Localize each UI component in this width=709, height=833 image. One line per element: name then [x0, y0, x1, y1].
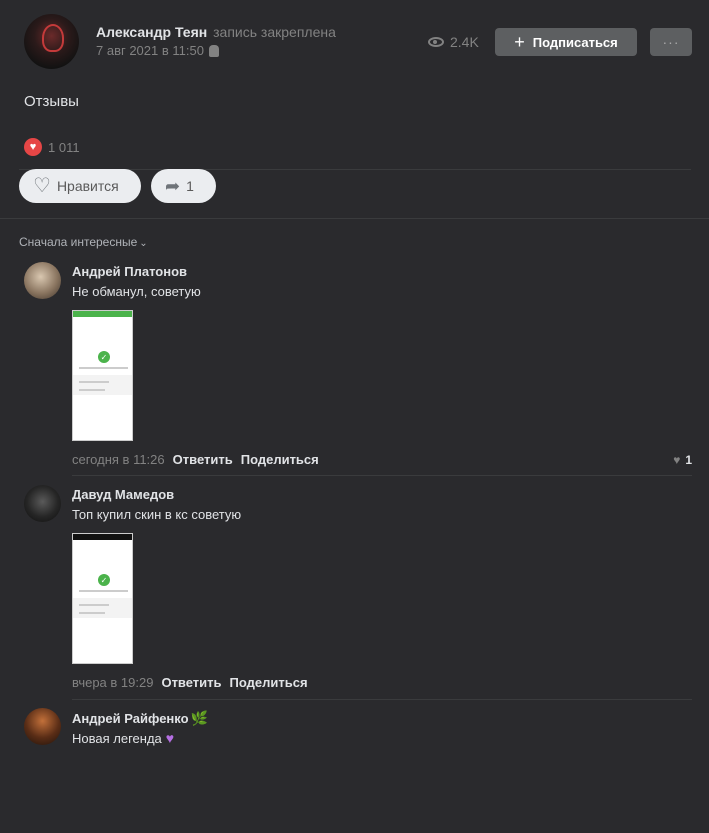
- commenter-name[interactable]: Андрей Платонов: [72, 264, 187, 279]
- screenshot-line: [79, 367, 128, 369]
- views-count: 2.4K: [450, 34, 479, 50]
- comment-meta: вчера в 19:29 Ответить Поделиться: [72, 675, 308, 690]
- eye-icon: [428, 37, 444, 47]
- plus-icon: +: [514, 32, 525, 52]
- comment-text: Не обманул, советую: [72, 284, 201, 299]
- share-arrow-icon: ➦: [165, 176, 181, 196]
- divider: [0, 218, 709, 219]
- comments-sort-dropdown[interactable]: Сначала интересные ⌄: [19, 235, 148, 249]
- commenter-avatar[interactable]: [24, 262, 61, 299]
- heart-icon: ♥: [673, 453, 681, 467]
- author-name[interactable]: Александр Теян: [96, 24, 207, 40]
- heart-badge-icon: ♥: [24, 138, 42, 156]
- screenshot-line: [79, 381, 109, 383]
- commenter-name[interactable]: Давуд Мамедов: [72, 487, 174, 502]
- screenshot-line: [79, 590, 128, 592]
- share-link[interactable]: Поделиться: [230, 675, 308, 690]
- comment-item: Андрей Райфенко 🌿 Новая легенда ♥: [24, 708, 692, 758]
- like-button[interactable]: ♡ Нравится: [19, 169, 141, 203]
- pinned-label: запись закреплена: [213, 24, 336, 40]
- subscribe-button[interactable]: + Подписаться: [495, 28, 637, 56]
- comment-attachment-image[interactable]: ✓: [72, 310, 133, 441]
- likes-count: 1 011: [48, 139, 80, 155]
- screenshot-line: [79, 389, 105, 391]
- comment-like-count: 1: [685, 453, 692, 467]
- leaf-emoji-icon: 🌿: [190, 710, 208, 726]
- comment-item: Давуд Мамедов Топ купил скин в кс совету…: [24, 485, 692, 695]
- comment-attachment-image[interactable]: ✓: [72, 533, 133, 664]
- post-author-line: Александр Теян запись закреплена: [96, 24, 336, 40]
- android-icon: [208, 44, 219, 57]
- screenshot-line: [79, 604, 109, 606]
- post-date[interactable]: 7 авг 2021 в 11:50: [96, 43, 204, 58]
- share-count: 1: [186, 178, 194, 194]
- commenter-avatar[interactable]: [24, 708, 61, 745]
- likes-summary[interactable]: ♥ 1 011: [24, 138, 80, 156]
- sort-label: Сначала интересные: [19, 235, 138, 249]
- reply-link[interactable]: Ответить: [173, 452, 233, 467]
- screenshot-topbar: [73, 311, 132, 317]
- post-date-line: 7 авг 2021 в 11:50: [96, 43, 219, 58]
- share-button[interactable]: ➦ 1: [151, 169, 216, 203]
- divider: [72, 699, 692, 700]
- screenshot-band: [73, 375, 132, 395]
- purple-heart-icon: ♥: [165, 730, 175, 746]
- comment-like-button[interactable]: ♥ 1: [673, 453, 692, 467]
- post-header: Александр Теян запись закреплена 7 авг 2…: [24, 14, 692, 70]
- commenter-name[interactable]: Андрей Райфенко: [72, 711, 189, 726]
- comment-meta: сегодня в 11:26 Ответить Поделиться: [72, 452, 319, 467]
- subscribe-label: Подписаться: [532, 34, 618, 50]
- commenter-name-line: Андрей Райфенко 🌿: [72, 710, 208, 727]
- comment-text-line: Новая легенда ♥: [72, 730, 174, 746]
- comment-item: Андрей Платонов Не обманул, советую ✓ се…: [24, 262, 692, 472]
- comment-time[interactable]: сегодня в 11:26: [72, 452, 165, 467]
- more-icon: ···: [662, 34, 680, 50]
- screenshot-topbar: [73, 534, 132, 540]
- more-button[interactable]: ···: [650, 28, 692, 56]
- screenshot-line: [79, 612, 105, 614]
- post-text: Отзывы: [24, 93, 79, 110]
- heart-outline-icon: ♡: [33, 175, 51, 197]
- share-link[interactable]: Поделиться: [241, 452, 319, 467]
- commenter-avatar[interactable]: [24, 485, 61, 522]
- comment-time[interactable]: вчера в 19:29: [72, 675, 153, 690]
- comment-text: Новая легенда: [72, 731, 162, 746]
- check-icon: ✓: [98, 351, 110, 363]
- check-icon: ✓: [98, 574, 110, 586]
- like-label: Нравится: [56, 178, 119, 194]
- chevron-down-icon: ⌄: [139, 238, 148, 249]
- views-counter: 2.4K: [428, 34, 479, 50]
- author-avatar[interactable]: [24, 14, 79, 69]
- divider: [72, 475, 692, 476]
- screenshot-band: [73, 598, 132, 618]
- reply-link[interactable]: Ответить: [161, 675, 221, 690]
- comment-text: Топ купил скин в кс советую: [72, 507, 242, 522]
